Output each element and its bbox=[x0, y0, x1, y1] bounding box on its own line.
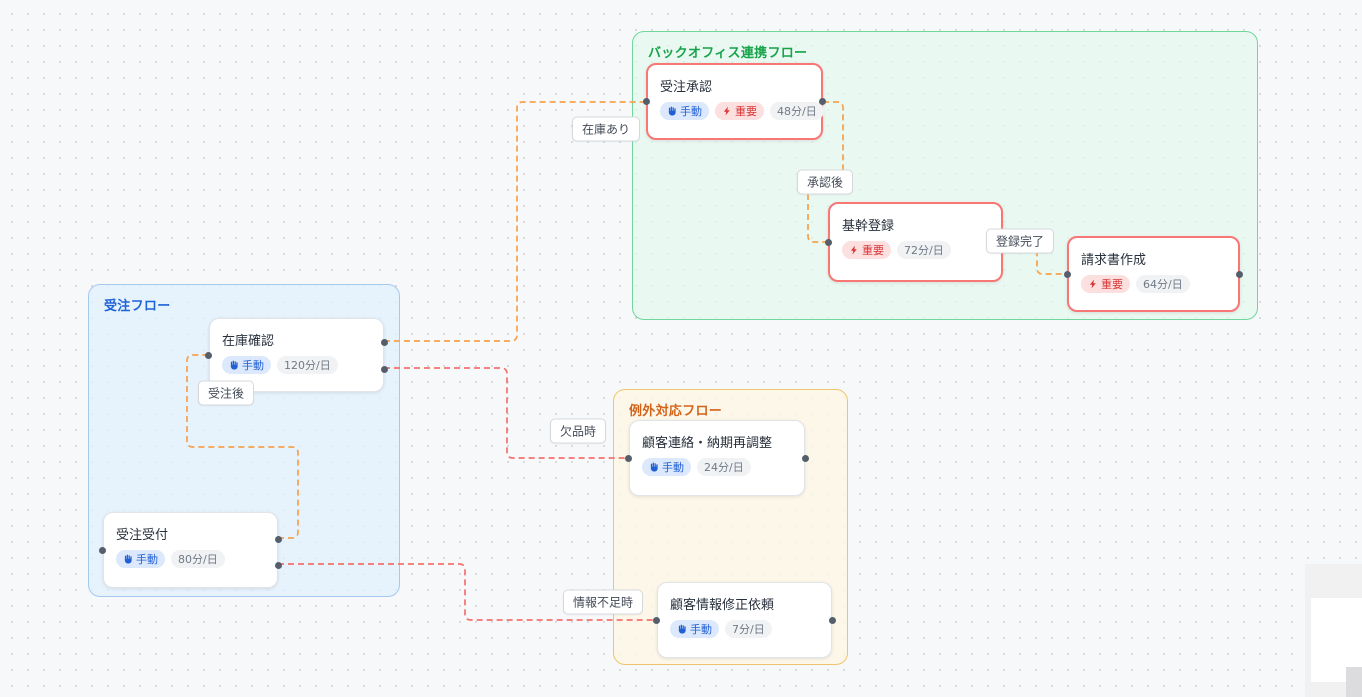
group-title: 受注フロー bbox=[104, 295, 171, 314]
flow-canvas[interactable]: バックオフィス連携フロー 受注フロー 例外対応フロー 在庫あり承認後登録完了受注… bbox=[0, 0, 1362, 697]
important-badge: 重要 bbox=[1081, 275, 1130, 293]
node-title: 受注承認 bbox=[660, 76, 809, 95]
handle-source[interactable] bbox=[802, 455, 809, 462]
badge-row: 手動 7分/日 bbox=[670, 620, 819, 638]
badge-row: 手動 重要 48分/日 bbox=[660, 102, 809, 120]
edge-label: 情報不足時 bbox=[563, 590, 643, 615]
hand-icon bbox=[123, 554, 133, 564]
handle-target[interactable] bbox=[643, 98, 650, 105]
node-title: 顧客情報修正依頼 bbox=[670, 594, 819, 613]
handle-target[interactable] bbox=[825, 239, 832, 246]
handle-source-bottom[interactable] bbox=[275, 562, 282, 569]
edge-label: 登録完了 bbox=[986, 229, 1054, 254]
important-badge: 重要 bbox=[715, 102, 764, 120]
flow-edge[interactable] bbox=[384, 368, 629, 458]
badge-label: 重要 bbox=[735, 103, 757, 119]
handle-target[interactable] bbox=[205, 352, 212, 359]
edge-label: 欠品時 bbox=[550, 419, 606, 444]
zap-icon bbox=[722, 106, 732, 116]
badge-row: 手動 120分/日 bbox=[222, 356, 371, 374]
important-badge: 重要 bbox=[842, 241, 891, 259]
badge-label: 重要 bbox=[862, 242, 884, 258]
handle-target[interactable] bbox=[653, 617, 660, 624]
zap-icon bbox=[1088, 279, 1098, 289]
badge-label: 手動 bbox=[242, 357, 264, 373]
node-title: 受注受付 bbox=[116, 524, 265, 543]
zap-icon bbox=[849, 245, 859, 255]
time-badge: 24分/日 bbox=[697, 458, 751, 476]
node-title: 請求書作成 bbox=[1081, 249, 1226, 268]
time-badge: 72分/日 bbox=[897, 241, 951, 259]
node-core-registration[interactable]: 基幹登録 重要 72分/日 bbox=[828, 202, 1003, 282]
badge-label: 手動 bbox=[662, 459, 684, 475]
node-title: 在庫確認 bbox=[222, 330, 371, 349]
minimap-viewport[interactable] bbox=[1311, 598, 1362, 682]
badge-row: 手動 24分/日 bbox=[642, 458, 792, 476]
manual-badge: 手動 bbox=[670, 620, 719, 638]
minimap[interactable] bbox=[1305, 564, 1362, 697]
manual-badge: 手動 bbox=[116, 550, 165, 568]
hand-icon bbox=[677, 624, 687, 634]
hand-icon bbox=[229, 360, 239, 370]
manual-badge: 手動 bbox=[660, 102, 709, 120]
badge-label: 手動 bbox=[680, 103, 702, 119]
badge-label: 手動 bbox=[136, 551, 158, 567]
group-title: 例外対応フロー bbox=[629, 400, 722, 419]
handle-source[interactable] bbox=[829, 617, 836, 624]
edge-label: 承認後 bbox=[797, 170, 853, 195]
badge-row: 重要 64分/日 bbox=[1081, 275, 1226, 293]
time-badge: 48分/日 bbox=[770, 102, 824, 120]
badge-row: 手動 80分/日 bbox=[116, 550, 265, 568]
time-badge: 64分/日 bbox=[1136, 275, 1190, 293]
badge-label: 重要 bbox=[1101, 276, 1123, 292]
handle-target[interactable] bbox=[99, 547, 106, 554]
node-invoice-creation[interactable]: 請求書作成 重要 64分/日 bbox=[1067, 236, 1240, 312]
handle-source-top[interactable] bbox=[275, 536, 282, 543]
node-order-approval[interactable]: 受注承認 手動 重要 48分/日 bbox=[646, 63, 823, 140]
manual-badge: 手動 bbox=[642, 458, 691, 476]
badge-label: 手動 bbox=[690, 621, 712, 637]
handle-source-top[interactable] bbox=[381, 339, 388, 346]
hand-icon bbox=[667, 106, 677, 116]
edge-label: 在庫あり bbox=[572, 117, 640, 142]
handle-source[interactable] bbox=[1236, 271, 1243, 278]
handle-target[interactable] bbox=[1064, 271, 1071, 278]
group-title: バックオフィス連携フロー bbox=[648, 42, 807, 61]
handle-target[interactable] bbox=[625, 455, 632, 462]
time-badge: 120分/日 bbox=[277, 356, 338, 374]
time-badge: 80分/日 bbox=[171, 550, 225, 568]
handle-source[interactable] bbox=[819, 98, 826, 105]
node-customer-info-fix[interactable]: 顧客情報修正依頼 手動 7分/日 bbox=[657, 582, 832, 658]
node-title: 顧客連絡・納期再調整 bbox=[642, 432, 792, 451]
minimap-node bbox=[1346, 667, 1362, 697]
time-badge: 7分/日 bbox=[725, 620, 772, 638]
edge-label: 受注後 bbox=[198, 381, 254, 406]
badge-row: 重要 72分/日 bbox=[842, 241, 989, 259]
node-customer-contact[interactable]: 顧客連絡・納期再調整 手動 24分/日 bbox=[629, 420, 805, 496]
manual-badge: 手動 bbox=[222, 356, 271, 374]
node-order-reception[interactable]: 受注受付 手動 80分/日 bbox=[103, 512, 278, 588]
hand-icon bbox=[649, 462, 659, 472]
handle-source-bottom[interactable] bbox=[381, 366, 388, 373]
node-title: 基幹登録 bbox=[842, 215, 989, 234]
